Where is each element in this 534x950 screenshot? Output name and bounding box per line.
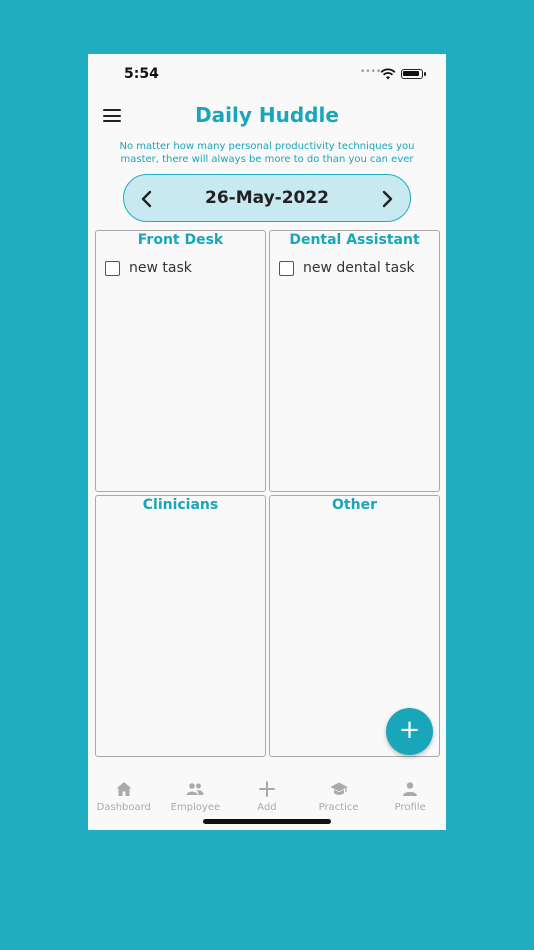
nav-label: Employee [170, 802, 221, 813]
nav-label: Add [257, 802, 277, 813]
graduation-cap-icon [330, 782, 348, 795]
chevron-right-icon[interactable] [378, 189, 396, 209]
nav-item-dashboard[interactable]: Dashboard [88, 776, 160, 830]
panel-front-desk: Front Desk new task [95, 230, 266, 492]
home-indicator [203, 819, 331, 824]
date-navigator: 26-May-2022 [123, 174, 411, 222]
signal-icon: •••• [360, 67, 382, 77]
nav-label: Profile [394, 802, 426, 813]
status-bar: 5:54 •••• [88, 54, 446, 94]
task-label: new task [129, 260, 192, 276]
panel-title: Other [332, 497, 377, 513]
task-item[interactable]: new task [105, 260, 192, 276]
page-title: Daily Huddle [195, 103, 339, 127]
quote-text: No matter how many personal productivity… [119, 141, 415, 165]
panel-dental-assistant: Dental Assistant new dental task [269, 230, 440, 492]
panel-title: Clinicians [142, 497, 219, 513]
task-label: new dental task [303, 260, 415, 276]
task-checkbox[interactable] [105, 260, 120, 276]
date-label: 26-May-2022 [204, 188, 330, 208]
people-icon [186, 783, 204, 795]
add-task-button[interactable]: + [386, 708, 433, 755]
status-time: 5:54 [124, 66, 159, 82]
person-icon [403, 782, 418, 796]
panel-title: Dental Assistant [289, 232, 420, 248]
phone-screen: 5:54 •••• Daily Huddle No matter how man… [88, 54, 446, 830]
nav-label: Practice [318, 802, 359, 813]
home-icon [116, 782, 132, 796]
task-checkbox[interactable] [279, 260, 294, 276]
panel-clinicians: Clinicians [95, 495, 266, 757]
panel-title: Front Desk [137, 232, 224, 248]
task-item[interactable]: new dental task [279, 260, 415, 276]
nav-item-profile[interactable]: Profile [374, 776, 446, 830]
plus-icon [258, 781, 275, 797]
wifi-icon [380, 68, 396, 80]
nav-label: Dashboard [96, 802, 151, 813]
battery-icon [401, 69, 426, 79]
